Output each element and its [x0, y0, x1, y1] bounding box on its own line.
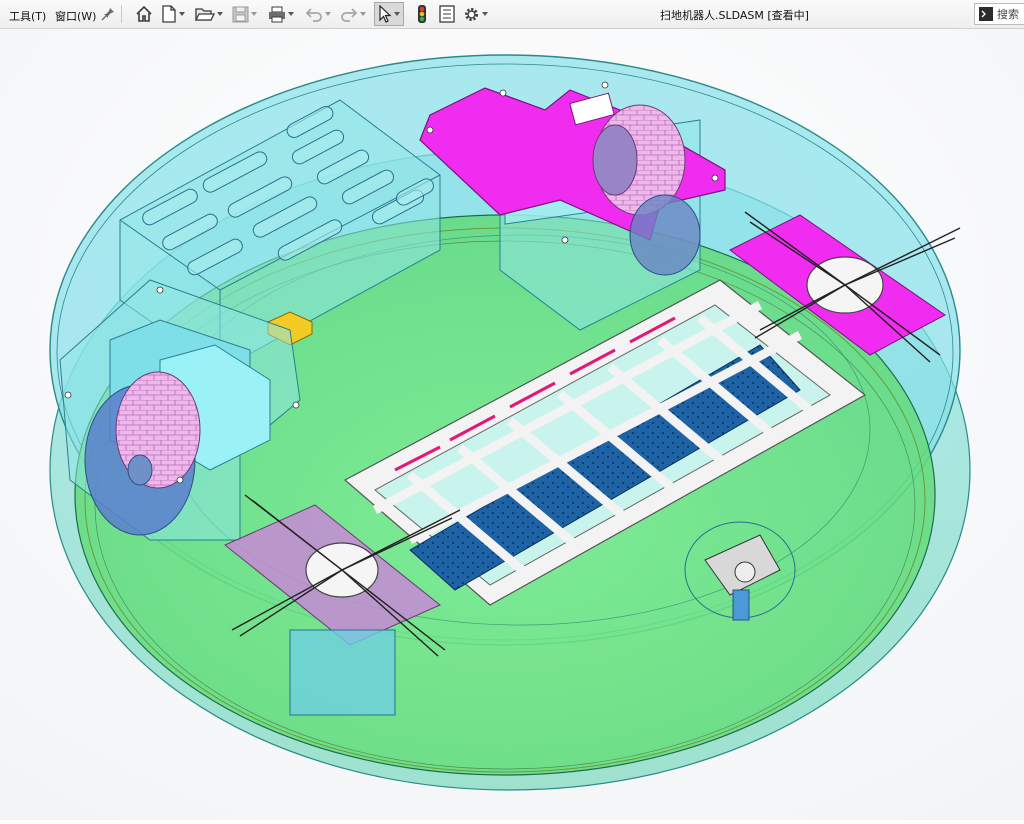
title-toolbar: 工具(T) 窗口(W) 扫地机器人.SLDASM [查看中] 搜索: [0, 0, 1024, 29]
left-wheel-axle: [127, 454, 153, 486]
print-icon[interactable]: [268, 4, 294, 24]
left-side-brush-motor: [289, 629, 396, 716]
save-icon[interactable]: [232, 4, 257, 24]
search-input[interactable]: 搜索: [974, 3, 1024, 25]
select-cursor-icon[interactable]: [374, 2, 404, 26]
pin-icon[interactable]: [101, 4, 115, 24]
document-title: 扫地机器人.SLDASM [查看中]: [660, 9, 809, 22]
toolbar-separator: [121, 5, 122, 23]
command-prompt-icon: [979, 7, 993, 21]
menu-window[interactable]: 窗口(W): [55, 8, 96, 24]
traffic-light-icon[interactable]: [416, 4, 428, 24]
menu-tools[interactable]: 工具(T): [9, 8, 46, 24]
search-label: 搜索: [997, 8, 1019, 21]
graphics-viewport[interactable]: [0, 29, 1024, 820]
sweeper-robot-assembly-view: [0, 29, 1024, 820]
open-folder-icon[interactable]: [195, 4, 223, 24]
home-icon[interactable]: [135, 4, 153, 24]
gear-icon[interactable]: [463, 4, 488, 24]
new-document-icon[interactable]: [161, 4, 185, 24]
right-wheel-hub: [592, 124, 638, 196]
undo-icon[interactable]: [305, 4, 331, 24]
right-wheel-rear: [629, 194, 701, 276]
file-properties-icon[interactable]: [439, 4, 455, 24]
redo-icon[interactable]: [340, 4, 366, 24]
